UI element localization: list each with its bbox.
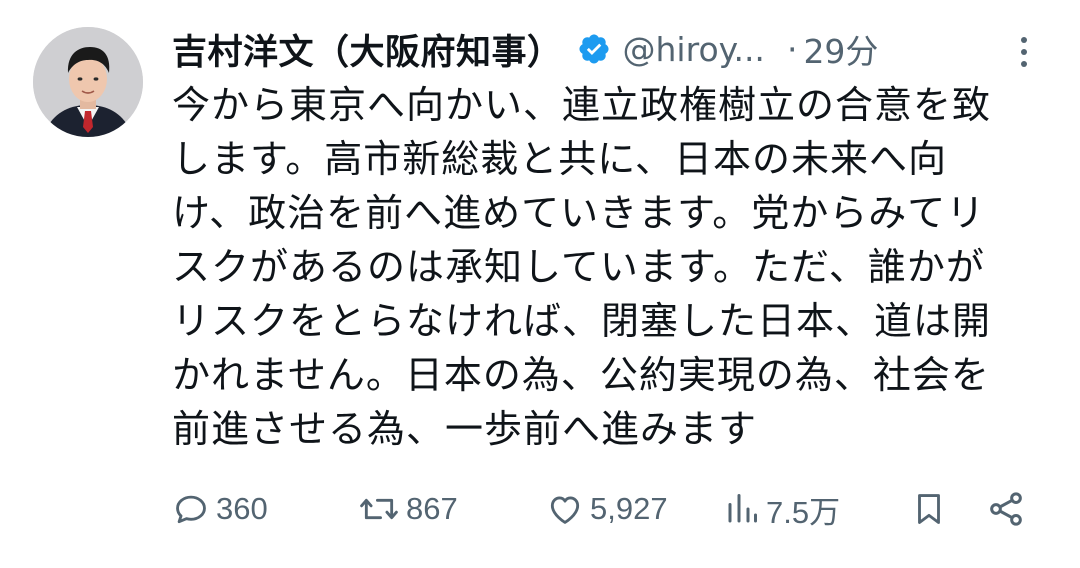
share-icon: [986, 489, 1026, 529]
avatar-photo: [33, 27, 143, 137]
retweet-button[interactable]: 867: [358, 486, 458, 532]
bookmark-button[interactable]: [910, 486, 948, 532]
views-count: 7.5万: [766, 494, 841, 530]
like-count: 5,927: [590, 491, 668, 526]
timestamp[interactable]: 29分: [803, 25, 878, 73]
reply-icon: [172, 490, 210, 528]
reply-button[interactable]: 360: [172, 486, 268, 532]
retweet-icon: [358, 490, 400, 528]
avatar[interactable]: [33, 27, 143, 137]
display-name[interactable]: 吉村洋文（大阪府知事）: [172, 24, 563, 75]
like-button[interactable]: 5,927: [546, 486, 668, 532]
retweet-count: 867: [406, 491, 458, 526]
reply-count: 360: [216, 491, 268, 526]
heart-icon: [546, 490, 584, 528]
share-button[interactable]: [986, 486, 1026, 532]
separator-dot: ·: [786, 29, 798, 69]
user-handle[interactable]: @hiroy...: [623, 30, 765, 69]
more-vertical-icon[interactable]: [1012, 32, 1036, 72]
tweet-actions-bar: 360 867 5,927 7.5万: [0, 486, 1080, 532]
views-bar-chart-icon: [724, 491, 760, 527]
tweet-header: 吉村洋文（大阪府知事） @hiroy... · 29分: [172, 24, 878, 74]
views-button[interactable]: 7.5万: [724, 486, 840, 532]
verified-badge-icon: [577, 32, 611, 66]
tweet-card[interactable]: 吉村洋文（大阪府知事） @hiroy... · 29分 今から東京へ向かい、連立…: [0, 0, 1080, 568]
bookmark-icon: [910, 489, 948, 529]
tweet-text: 今から東京へ向かい、連立政権樹立の合意を致 します。高市新総裁と共に、日本の未来…: [172, 83, 992, 451]
